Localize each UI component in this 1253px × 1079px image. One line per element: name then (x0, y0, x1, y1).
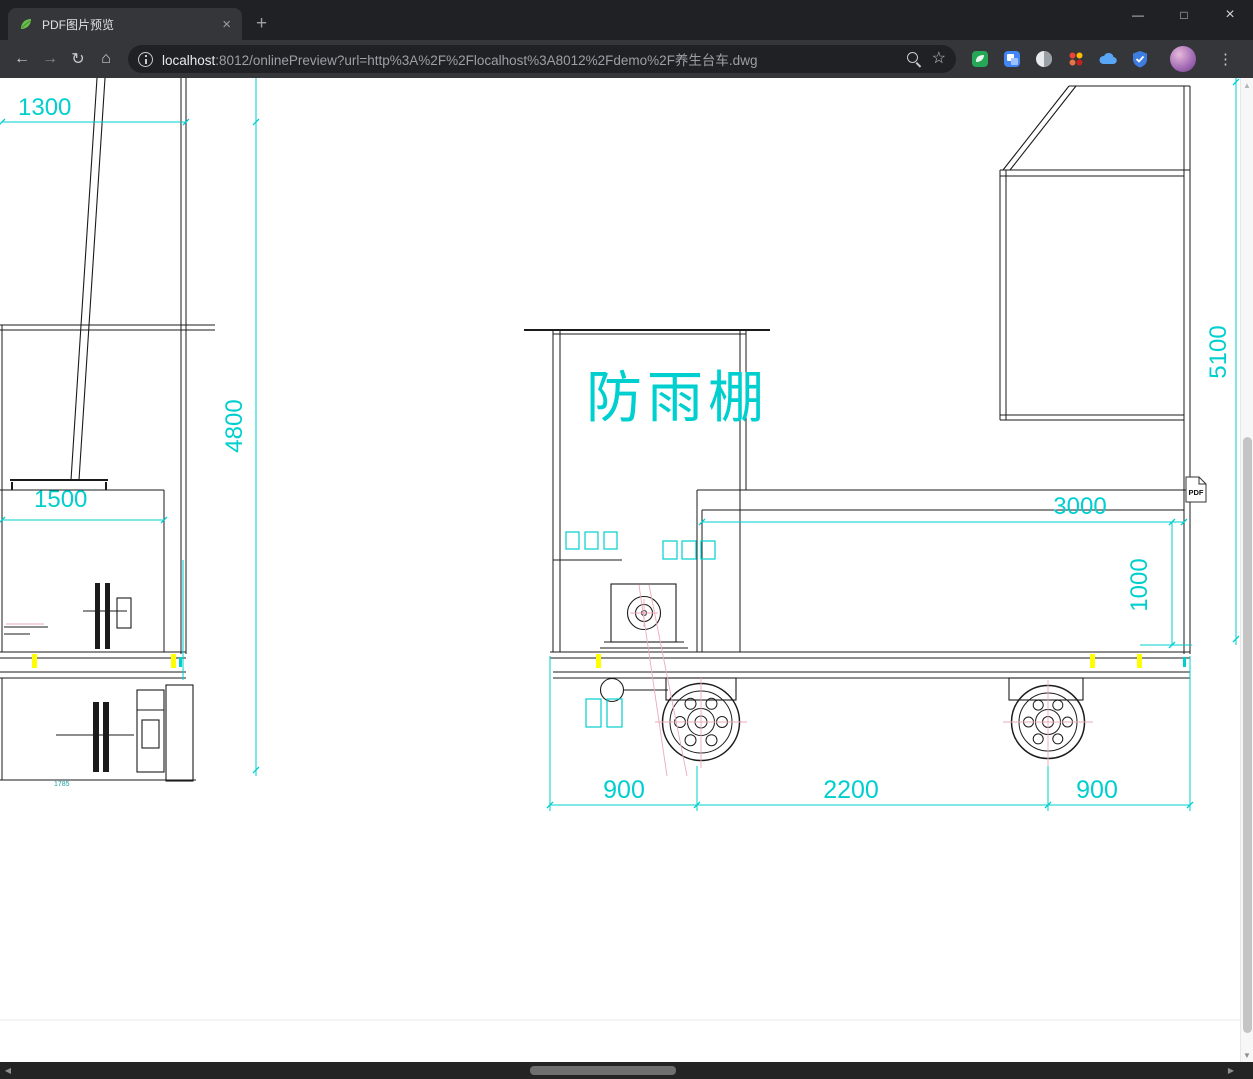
dim-900-left: 900 (603, 776, 645, 804)
tab-close-icon[interactable]: × (219, 16, 234, 33)
dimension-labels: 1300 4800 1500 防雨棚 3000 1000 5100 900 22… (18, 94, 1232, 804)
url-path: :8012/onlinePreview?url=http%3A%2F%2Floc… (215, 53, 758, 68)
new-tab-button[interactable]: + (256, 14, 267, 33)
scroll-left-arrow-icon[interactable]: ◀ (0, 1062, 16, 1079)
tab-strip: PDF图片预览 × + — □ × (0, 0, 1253, 40)
window-controls: — □ × (1115, 0, 1253, 30)
dim-1000: 1000 (1126, 558, 1153, 611)
dim-5100: 5100 (1205, 325, 1232, 378)
dwg-preview-page: 1300 4800 1500 防雨棚 3000 1000 5100 900 22… (0, 78, 1253, 1062)
page-zoom-icon[interactable] (906, 51, 923, 68)
cad-drawing: 1300 4800 1500 防雨棚 3000 1000 5100 900 22… (0, 78, 1253, 1021)
scroll-down-arrow-icon[interactable]: ▼ (1241, 1048, 1253, 1062)
site-info-icon[interactable] (138, 51, 153, 67)
tab-title: PDF图片预览 (42, 17, 115, 32)
dim-3000: 3000 (1053, 493, 1106, 520)
scroll-up-arrow-icon[interactable]: ▲ (1241, 78, 1253, 92)
horizontal-scroll-thumb[interactable] (530, 1066, 676, 1075)
extensions-area: ⋮ (964, 46, 1245, 72)
reload-button[interactable]: ↻ (64, 45, 92, 73)
dim-small: 1785 (54, 781, 70, 788)
browser-tab[interactable]: PDF图片预览 × (8, 8, 242, 40)
vertical-scrollbar[interactable]: ▲ ▼ (1240, 78, 1253, 1062)
window-close-button[interactable]: × (1207, 0, 1253, 30)
browser-toolbar: ← → ↻ ⌂ localhost:8012/onlinePreview?url… (0, 40, 1253, 78)
vertical-scroll-thumb[interactable] (1242, 437, 1252, 1033)
url-host: localhost (162, 53, 216, 68)
shelter-label: 防雨棚 (586, 366, 769, 429)
horizontal-scrollbar[interactable]: ◀ ▶ (0, 1062, 1253, 1079)
home-button[interactable]: ⌂ (92, 45, 120, 73)
extension-icon-cloud[interactable] (1098, 49, 1118, 69)
scroll-right-arrow-icon[interactable]: ▶ (1223, 1062, 1239, 1079)
dim-1500: 1500 (34, 486, 87, 513)
url-text: localhost:8012/onlinePreview?url=http%3A… (162, 49, 897, 69)
dim-1300: 1300 (18, 94, 71, 121)
dim-900-right: 900 (1076, 776, 1118, 804)
extension-icon-grid[interactable] (1066, 49, 1086, 69)
pdf-file-icon[interactable]: PDF (1185, 476, 1207, 503)
back-button[interactable]: ← (8, 45, 36, 73)
address-bar[interactable]: localhost:8012/onlinePreview?url=http%3A… (128, 45, 956, 73)
window-maximize-button[interactable]: □ (1161, 0, 1207, 30)
browser-menu-kebab-icon[interactable]: ⋮ (1218, 50, 1233, 68)
dim-2200: 2200 (823, 776, 879, 804)
forward-button[interactable]: → (36, 45, 64, 73)
favicon-leaf-icon (18, 16, 34, 32)
bookmark-star-icon[interactable]: ☆ (932, 51, 946, 67)
window-minimize-button[interactable]: — (1115, 0, 1161, 30)
highlight-ticks (32, 654, 1186, 668)
pdf-icon-label: PDF (1189, 488, 1204, 497)
extension-icon-circle[interactable] (1034, 49, 1054, 69)
extension-icon-shield[interactable] (1130, 49, 1150, 69)
dim-4800: 4800 (221, 399, 248, 452)
profile-avatar[interactable] (1170, 46, 1196, 72)
extension-icon-translate[interactable] (1002, 49, 1022, 69)
extension-icon-green[interactable] (970, 49, 990, 69)
